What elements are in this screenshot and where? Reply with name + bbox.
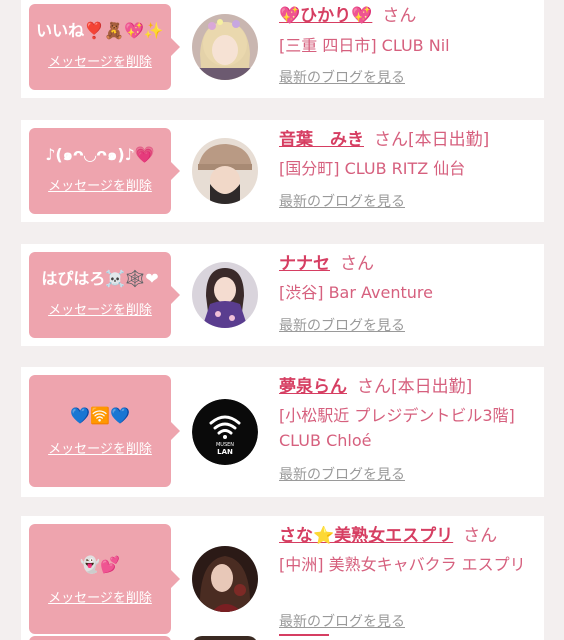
shop-info: [小松駅近 プレジデントビル3階] CLUB Chloé	[279, 406, 515, 450]
cast-name-link[interactable]: さな⭐️美熟女エスプリ	[279, 526, 453, 546]
avatar-photo-icon	[192, 262, 258, 328]
honorific: さん	[463, 526, 498, 546]
message-list: いいね❣️🧸💖✨ メッセージを削除 💖ひかり💖 さん [三重 四日市] CLUB …	[0, 0, 564, 640]
delete-message-link[interactable]: メッセージを削除	[48, 441, 152, 459]
honorific: さん	[357, 377, 391, 397]
cast-name-link[interactable]: 💖ひかり💖	[279, 6, 372, 26]
avatar[interactable]: MUSEN LAN	[192, 399, 258, 465]
next-name-peek	[279, 634, 329, 640]
shop-info: [三重 四日市] CLUB Nil	[279, 36, 450, 55]
latest-blog-link[interactable]: 最新のブログを見る	[279, 192, 405, 212]
cast-name-link[interactable]: 音葉 みき	[279, 130, 364, 150]
delete-message-link[interactable]: メッセージを削除	[48, 590, 152, 608]
honorific: さん	[340, 254, 374, 274]
message-bubble: はぴはろ☠️🕸️❤ メッセージを削除	[29, 252, 180, 338]
name-row: さな⭐️美熟女エスプリ さん	[279, 524, 497, 548]
avatar[interactable]	[192, 262, 258, 328]
name-row: 音葉 みき さん[本日出勤]	[279, 128, 489, 152]
latest-blog-link[interactable]: 最新のブログを見る	[279, 68, 405, 88]
name-row: 💖ひかり💖 さん	[279, 4, 416, 28]
name-row: 夢泉らん さん[本日出勤]	[279, 375, 472, 399]
list-item: 👻💕 メッセージを削除 さな⭐️美熟女エスプリ さん [中洲] 美熟女キャバクラ …	[21, 516, 544, 640]
musen-lan-logo-icon: MUSEN LAN	[192, 399, 258, 465]
list-item: 💙🛜💙 メッセージを削除 MUSEN LAN 夢泉らん さん[本日出勤] [小松駅…	[21, 367, 544, 497]
message-bubble: 💙🛜💙 メッセージを削除	[29, 375, 180, 487]
avatar[interactable]	[192, 138, 258, 204]
message-text: はぴはろ☠️🕸️❤	[41, 269, 159, 288]
latest-blog-link[interactable]: 最新のブログを見る	[279, 465, 405, 485]
cast-name-link[interactable]: 夢泉らん	[279, 377, 347, 397]
status-label: [本日出勤]	[391, 377, 473, 397]
avatar-photo-icon	[192, 14, 258, 80]
next-avatar-peek	[192, 636, 258, 640]
shop-info: [中洲] 美熟女キャバクラ エスプリ	[279, 555, 526, 574]
avatar[interactable]	[192, 14, 258, 80]
avatar[interactable]	[192, 546, 258, 612]
list-item: はぴはろ☠️🕸️❤ メッセージを削除 ナナセ さん [渋谷] Bar Aventu…	[21, 244, 544, 346]
message-bubble: いいね❣️🧸💖✨ メッセージを削除	[29, 4, 180, 90]
cast-name-link[interactable]: ナナセ	[279, 254, 330, 274]
latest-blog-link[interactable]: 最新のブログを見る	[279, 612, 405, 632]
message-text: ♪(๑ᴖ◡ᴖ๑)♪💗	[45, 145, 155, 164]
honorific: さん	[374, 130, 408, 150]
name-row: ナナセ さん	[279, 252, 374, 276]
message-bubble: 👻💕 メッセージを削除	[29, 524, 180, 634]
message-text: 💙🛜💙	[70, 406, 130, 425]
message-text: 👻💕	[80, 555, 120, 574]
shop-info: [渋谷] Bar Aventure	[279, 283, 433, 302]
next-message-bubble-peek	[29, 636, 171, 640]
message-bubble: ♪(๑ᴖ◡ᴖ๑)♪💗 メッセージを削除	[29, 128, 180, 214]
latest-blog-link[interactable]: 最新のブログを見る	[279, 316, 405, 336]
honorific: さん	[382, 6, 417, 26]
logo-text-bottom: LAN	[217, 448, 233, 456]
delete-message-link[interactable]: メッセージを削除	[48, 54, 152, 72]
delete-message-link[interactable]: メッセージを削除	[48, 302, 152, 320]
status-label: [本日出勤]	[408, 130, 490, 150]
list-item: ♪(๑ᴖ◡ᴖ๑)♪💗 メッセージを削除 音葉 みき さん[本日出勤] [国分町] …	[21, 120, 544, 222]
message-text: いいね❣️🧸💖✨	[36, 21, 164, 40]
shop-info: [国分町] CLUB RITZ 仙台	[279, 159, 466, 178]
delete-message-link[interactable]: メッセージを削除	[48, 178, 152, 196]
list-item: いいね❣️🧸💖✨ メッセージを削除 💖ひかり💖 さん [三重 四日市] CLUB …	[21, 0, 544, 98]
avatar-photo-icon	[192, 138, 258, 204]
avatar-photo-icon	[192, 546, 258, 612]
